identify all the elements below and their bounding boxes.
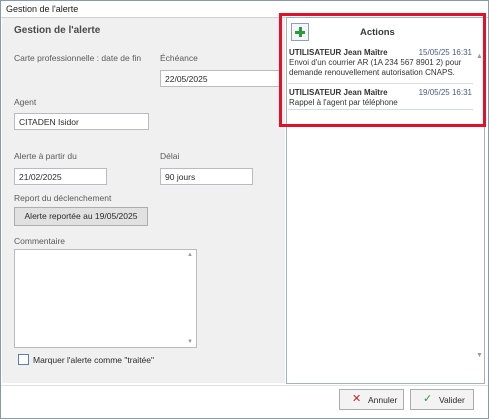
alerte-date-field[interactable]: 21/02/2025 [14, 168, 107, 185]
report-button[interactable]: Alerte reportée au 19/05/2025 [14, 207, 148, 226]
commentaire-textarea[interactable]: ▲ ▼ [14, 249, 197, 348]
delai-label: Délai [160, 151, 180, 161]
footer-divider [1, 385, 488, 386]
echeance-label: Échéance [160, 53, 198, 63]
echeance-field[interactable]: 22/05/2025 [160, 70, 282, 87]
report-label: Report du déclenchement [14, 193, 112, 203]
cancel-label: Annuler [368, 395, 398, 405]
highlight-frame [279, 13, 486, 127]
section-title: Gestion de l'alerte [14, 25, 101, 36]
commentaire-label: Commentaire [14, 236, 66, 246]
validate-button[interactable]: ✓ Valider [410, 389, 474, 410]
window-title: Gestion de l'alerte [6, 4, 79, 14]
commentaire-scrollbar[interactable]: ▲ ▼ [185, 250, 196, 347]
scroll-up-icon[interactable]: ▲ [187, 252, 193, 258]
cancel-button[interactable]: ✕ Annuler [339, 389, 404, 410]
validate-label: Valider [439, 395, 465, 405]
scroll-down-icon[interactable]: ▼ [187, 339, 193, 345]
check-icon: ✓ [423, 393, 433, 405]
alerte-label: Alerte à partir du [14, 151, 77, 161]
agent-field[interactable]: CITADEN Isidor [14, 113, 149, 130]
delai-field[interactable]: 90 jours [160, 168, 253, 185]
actions-scroll-down-icon[interactable]: ▼ [476, 352, 483, 359]
traitee-checkbox[interactable] [18, 354, 29, 365]
traitee-checkbox-label: Marquer l'alerte comme "traitée" [33, 355, 155, 365]
agent-label: Agent [14, 97, 37, 107]
carte-label: Carte professionnelle : date de fin [14, 53, 142, 63]
close-icon: ✕ [352, 393, 362, 405]
